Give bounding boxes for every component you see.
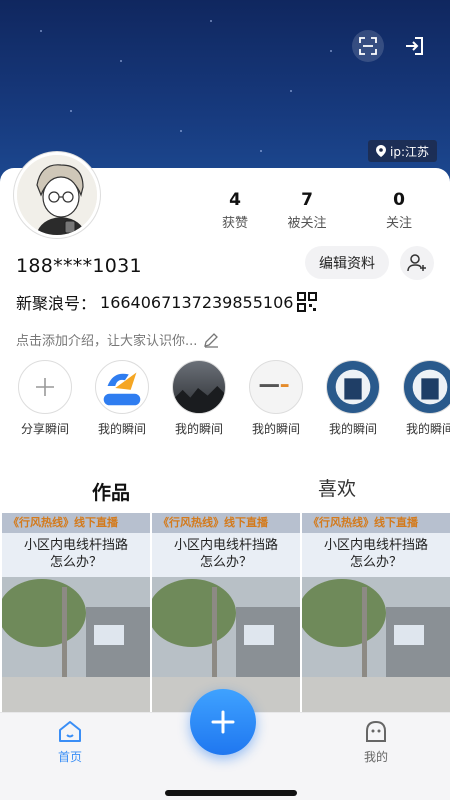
post-thumbnail[interactable]: 《行风热线》线下直播 小区内电线杆挡路 怎么办？ [302, 513, 450, 713]
location-pin-icon [376, 145, 386, 157]
add-friend-button[interactable] [400, 246, 434, 280]
stat-value: 7 [301, 190, 313, 210]
post-title: 小区内电线杆挡路 怎么办？ [152, 533, 300, 577]
ip-label: ip:江苏 [390, 144, 429, 159]
nav-home-label: 首页 [57, 750, 82, 764]
nav-mine[interactable]: 我的 [346, 719, 406, 765]
uid-value: 1664067137239855106 [100, 292, 294, 312]
logout-icon [406, 37, 423, 55]
post-scene-image [2, 577, 150, 713]
post-banner: 《行风热线》线下直播 [302, 513, 450, 533]
content-tabs: 作品 喜欢 [0, 470, 450, 510]
plus-icon [211, 710, 235, 734]
moment-label: 我的瞬间 [405, 422, 450, 436]
moment-thumbnail [173, 386, 225, 413]
tab-likes[interactable]: 喜欢 [318, 474, 356, 501]
post-title: 小区内电线杆挡路 怎么办？ [2, 533, 150, 577]
moment-item[interactable]: 我的瞬间 [322, 360, 384, 437]
stat-value: 4 [229, 190, 241, 210]
pencil-icon [204, 332, 219, 348]
moment-label: 分享瞬间 [20, 422, 69, 436]
scan-icon [359, 37, 377, 55]
moment-item[interactable]: 我的瞬间 [245, 360, 307, 437]
moment-label: 我的瞬间 [174, 422, 223, 436]
moment-thumbnail [335, 369, 371, 405]
stat-label: 获赞 [221, 216, 248, 231]
profile-face-icon [366, 720, 386, 742]
uid-row: 新聚浪号： 1664067137239855106 [16, 290, 318, 314]
add-user-icon [407, 254, 426, 272]
post-thumbnail[interactable]: 《行风热线》线下直播 小区内电线杆挡路 怎么办？ [152, 513, 300, 713]
uid-label: 新聚浪号： [16, 294, 97, 313]
post-banner: 《行风热线》线下直播 [2, 513, 150, 533]
scan-button[interactable] [352, 30, 384, 62]
moment-label: 我的瞬间 [328, 422, 377, 436]
moment-label: 我的瞬间 [97, 422, 146, 436]
stat-value: 0 [393, 190, 405, 210]
share-moment-button[interactable]: 分享瞬间 [14, 360, 76, 437]
qr-code-icon[interactable] [297, 292, 318, 312]
post-scene-image [302, 577, 450, 713]
username-phone: 188****1031 [16, 255, 142, 277]
moment-item[interactable]: 我的瞬间 [399, 360, 450, 437]
avatar[interactable] [14, 152, 100, 238]
post-thumbnail[interactable]: 《行风热线》线下直播 小区内电线杆挡路 怎么办？ [2, 513, 150, 713]
nav-mine-label: 我的 [363, 750, 388, 764]
edit-profile-button[interactable]: 编辑资料 [305, 246, 389, 279]
posts-grid: 《行风热线》线下直播 小区内电线杆挡路 怎么办？ 《行风热线》线下直播 小区内电… [0, 513, 450, 713]
bio-placeholder: 点击添加介绍，让大家认识你... [16, 334, 198, 349]
moment-item[interactable]: 我的瞬间 [91, 360, 153, 437]
home-icon [59, 721, 81, 742]
app-logo-icon [103, 372, 141, 406]
post-banner: 《行风热线》线下直播 [152, 513, 300, 533]
post-title: 小区内电线杆挡路 怎么办？ [302, 533, 450, 577]
bio-row[interactable]: 点击添加介绍，让大家认识你... [16, 330, 219, 349]
moment-label: 我的瞬间 [251, 422, 300, 436]
logout-button[interactable] [398, 30, 430, 62]
stat-followers[interactable]: 7 被关注 [272, 190, 342, 231]
stat-label: 关注 [385, 216, 412, 231]
plus-icon [36, 378, 54, 396]
moment-thumbnail [259, 384, 289, 387]
stat-label: 被关注 [287, 216, 327, 231]
nav-home[interactable]: 首页 [40, 719, 100, 765]
home-indicator [165, 790, 297, 796]
stat-following[interactable]: 0 关注 [364, 190, 434, 231]
create-post-button[interactable] [190, 689, 256, 755]
ip-location-badge: ip:江苏 [368, 140, 437, 162]
stat-likes-received[interactable]: 4 获赞 [200, 190, 270, 231]
moments-row: 分享瞬间 我的瞬间 我的瞬间 我的瞬间 我的瞬间 我的瞬间 [0, 360, 450, 440]
moment-item[interactable]: 我的瞬间 [168, 360, 230, 437]
tab-works[interactable]: 作品 [92, 478, 130, 505]
moment-thumbnail [412, 369, 448, 405]
